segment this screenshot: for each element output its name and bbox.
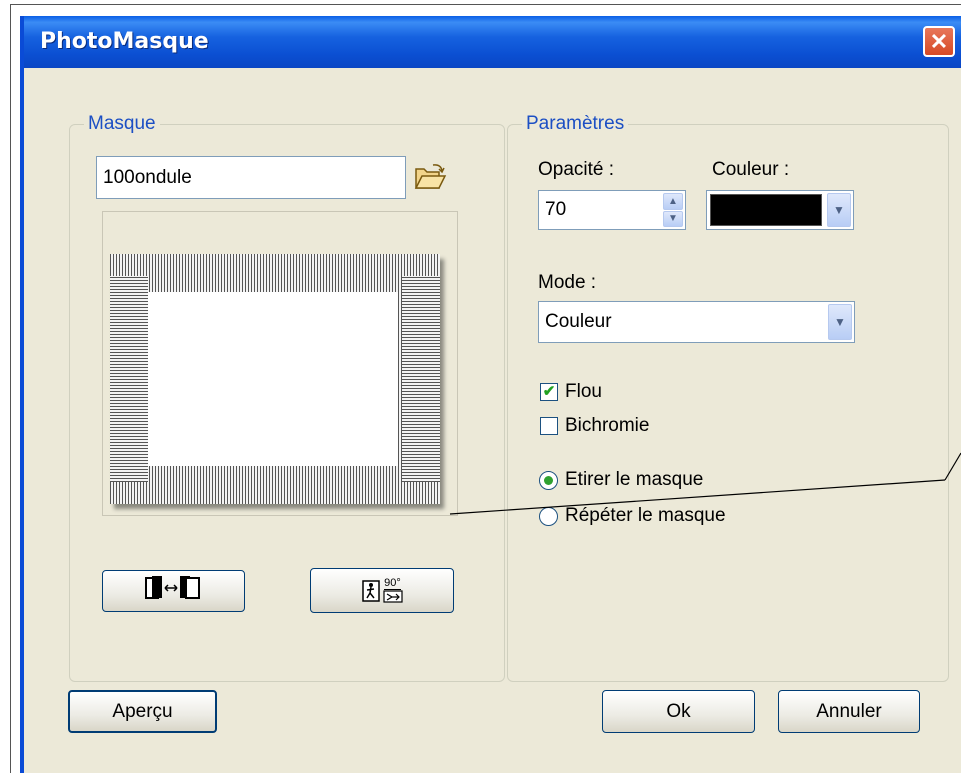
callout-line [449,452,961,515]
